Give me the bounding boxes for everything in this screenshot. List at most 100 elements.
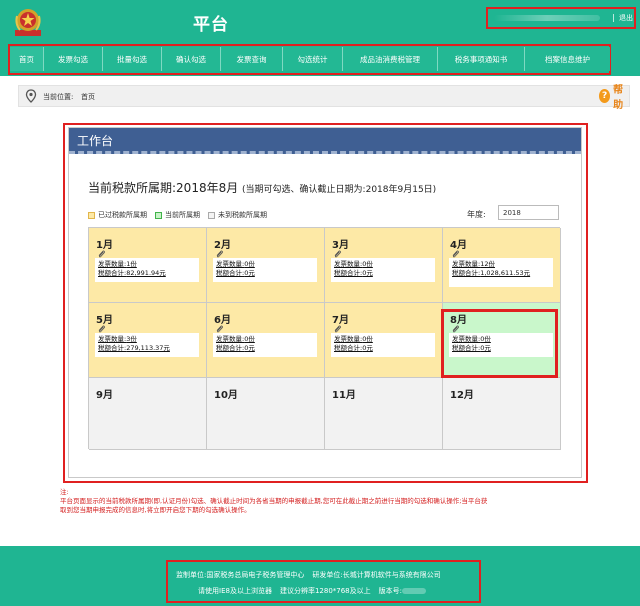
tax-total: 税额合计:0元	[334, 344, 373, 352]
invoice-count: 发票数量:12份	[452, 260, 495, 268]
month-label: 11月	[332, 390, 356, 401]
legend-current-swatch	[155, 211, 162, 219]
nav-item-batch-select[interactable]: 批量勾选	[103, 47, 162, 71]
footer-supervisor: 监制单位:国家税务总局电子税务管理中心	[176, 571, 305, 579]
month-cell-5[interactable]: 5月 发票数量:3份 税额合计:279,113.37元	[89, 303, 207, 378]
main-nav: 首页 发票勾选 批量勾选 确认勾选 发票查询 勾选统计 成品油消费税管理 税务事…	[10, 47, 610, 71]
month-cell-11[interactable]: 11月	[325, 378, 443, 450]
month-label: 12月	[450, 390, 474, 401]
legend-future: 未到税款所属期	[208, 210, 267, 220]
month-label: 4月	[450, 240, 467, 251]
month-cell-7[interactable]: 7月 发票数量:0份 税额合计:0元	[325, 303, 443, 378]
tax-total: 税额合计:0元	[334, 269, 373, 277]
header-bar: 平台 | 退出	[0, 0, 640, 43]
breadcrumb-home[interactable]: 首页	[81, 92, 95, 102]
user-name-redacted	[494, 15, 600, 21]
legend-future-swatch	[208, 211, 215, 219]
month-label: 2月	[214, 240, 231, 251]
month-label: 5月	[96, 315, 113, 326]
month-cell-2[interactable]: 2月 发票数量:0份 税额合计:0元	[207, 228, 325, 303]
logout-link[interactable]: 退出	[619, 13, 633, 23]
user-info-area: | 退出	[486, 7, 636, 29]
year-label: 年度:	[467, 210, 486, 219]
notes-title: 注:	[60, 488, 69, 496]
period-label: 当前税款所属期:2018年8月	[88, 181, 239, 195]
month-label: 3月	[332, 240, 349, 251]
month-cell-12[interactable]: 12月	[443, 378, 561, 450]
notes-line-1: 平台页面显示的当前税款所属期(即,认证月份)勾选、确认截止时间为各省当期的申报截…	[60, 497, 488, 505]
month-label: 9月	[96, 390, 113, 401]
tax-total: 税额合计:0元	[216, 344, 255, 352]
invoice-summary: 发票数量:1份 税额合计:82,991.94元	[95, 258, 199, 282]
nav-item-archive-info[interactable]: 档案信息维护	[525, 47, 610, 71]
tax-emblem-icon	[15, 9, 41, 36]
invoice-count: 发票数量:3份	[98, 335, 137, 343]
tax-total: 税额合计:82,991.94元	[98, 269, 166, 277]
invoice-summary: 发票数量:12份 税额合计:1,028,611.53元	[449, 258, 553, 287]
nav-item-confirm-select[interactable]: 确认勾选	[162, 47, 221, 71]
invoice-count: 发票数量:0份	[334, 335, 373, 343]
month-cell-3[interactable]: 3月 发票数量:0份 税额合计:0元	[325, 228, 443, 303]
panel-title: 工作台	[77, 134, 114, 148]
legend-current-label: 当前所属期	[165, 211, 200, 219]
invoice-count: 发票数量:0份	[216, 335, 255, 343]
help-button[interactable]: ? 帮助	[599, 85, 629, 111]
invoice-summary: 发票数量:0份 税额合计:0元	[331, 333, 435, 357]
month-cell-10[interactable]: 10月	[207, 378, 325, 450]
month-label: 10月	[214, 390, 238, 401]
tax-total: 税额合计:0元	[216, 269, 255, 277]
month-label: 6月	[214, 315, 231, 326]
invoice-count: 发票数量:0份	[334, 260, 373, 268]
workbench-panel: 工作台 当前税款所属期:2018年8月 (当期可勾选、确认截止日期为:2018年…	[68, 127, 582, 478]
invoice-summary: 发票数量:0份 税额合计:0元	[213, 258, 317, 282]
footer-units: 监制单位:国家税务总局电子税务管理中心 研发单位:长城计算机软件与系统有限公司	[176, 570, 441, 580]
footer-browser: 请使用IE8及以上浏览器	[198, 587, 272, 595]
footer-requirements: 请使用IE8及以上浏览器 建议分辨率1280*768及以上 版本号:	[198, 586, 426, 596]
current-period: 当前税款所属期:2018年8月 (当期可勾选、确认截止日期为:2018年9月15…	[88, 179, 436, 196]
separator: |	[612, 13, 615, 22]
current-month-highlight	[441, 309, 558, 378]
panel-header: 工作台	[69, 128, 581, 154]
notes-line-2: 取到您当期申报完成的信息时,将立即开启您下期的勾选确认操作。	[60, 506, 251, 514]
breadcrumb-prefix: 当前位置:	[43, 93, 74, 101]
invoice-count: 发票数量:0份	[216, 260, 255, 268]
version-redacted	[402, 588, 426, 594]
footer-version-label: 版本号:	[378, 587, 402, 595]
tax-total: 税额合计:1,028,611.53元	[452, 269, 531, 277]
legend-past-label: 已过税款所属期	[98, 211, 147, 219]
invoice-summary: 发票数量:0份 税额合计:0元	[331, 258, 435, 282]
invoice-summary: 发票数量:3份 税额合计:279,113.37元	[95, 333, 199, 357]
footer-developer: 研发单位:长城计算机软件与系统有限公司	[312, 571, 441, 579]
help-label: 帮助	[613, 85, 624, 111]
breadcrumb: 当前位置: 首页 ? 帮助	[18, 85, 630, 111]
legend-future-label: 未到税款所属期	[218, 211, 267, 219]
notes: 注: 平台页面显示的当前税款所属期(即,认证月份)勾选、确认截止时间为各省当期的…	[60, 488, 630, 515]
location-pin-icon	[25, 89, 37, 103]
month-cell-9[interactable]: 9月	[89, 378, 207, 450]
nav-item-oil-tax[interactable]: 成品油消费税管理	[343, 47, 438, 71]
nav-item-home[interactable]: 首页	[10, 47, 44, 71]
legend-past: 已过税款所属期	[88, 210, 147, 220]
month-cell-4[interactable]: 4月 发票数量:12份 税额合计:1,028,611.53元	[443, 228, 561, 303]
help-icon: ?	[599, 89, 611, 103]
legend: 已过税款所属期 当前所属期 未到税款所属期	[88, 210, 275, 220]
app-title: 平台	[193, 15, 229, 35]
nav-item-tax-notice[interactable]: 税务事项通知书	[438, 47, 525, 71]
invoice-summary: 发票数量:0份 税额合计:0元	[213, 333, 317, 357]
invoice-count: 发票数量:1份	[98, 260, 137, 268]
nav-item-select-stats[interactable]: 勾选统计	[283, 47, 343, 71]
year-input[interactable]	[498, 205, 559, 220]
legend-past-swatch	[88, 211, 95, 219]
tax-total: 税额合计:279,113.37元	[98, 344, 170, 352]
month-cell-1[interactable]: 1月 发票数量:1份 税额合计:82,991.94元	[89, 228, 207, 303]
nav-item-invoice-select[interactable]: 发票勾选	[44, 47, 103, 71]
footer-resolution: 建议分辨率1280*768及以上	[279, 587, 371, 595]
legend-current: 当前所属期	[155, 210, 200, 220]
period-deadline-note: (当期可勾选、确认截止日期为:2018年9月15日)	[242, 185, 437, 195]
footer: 监制单位:国家税务总局电子税务管理中心 研发单位:长城计算机软件与系统有限公司 请…	[0, 546, 640, 606]
footer-info: 监制单位:国家税务总局电子税务管理中心 研发单位:长城计算机软件与系统有限公司 请…	[166, 560, 481, 603]
month-cell-6[interactable]: 6月 发票数量:0份 税额合计:0元	[207, 303, 325, 378]
nav-area: 首页 发票勾选 批量勾选 确认勾选 发票查询 勾选统计 成品油消费税管理 税务事…	[0, 43, 640, 76]
nav-item-invoice-query[interactable]: 发票查询	[221, 47, 283, 71]
month-label: 7月	[332, 315, 349, 326]
